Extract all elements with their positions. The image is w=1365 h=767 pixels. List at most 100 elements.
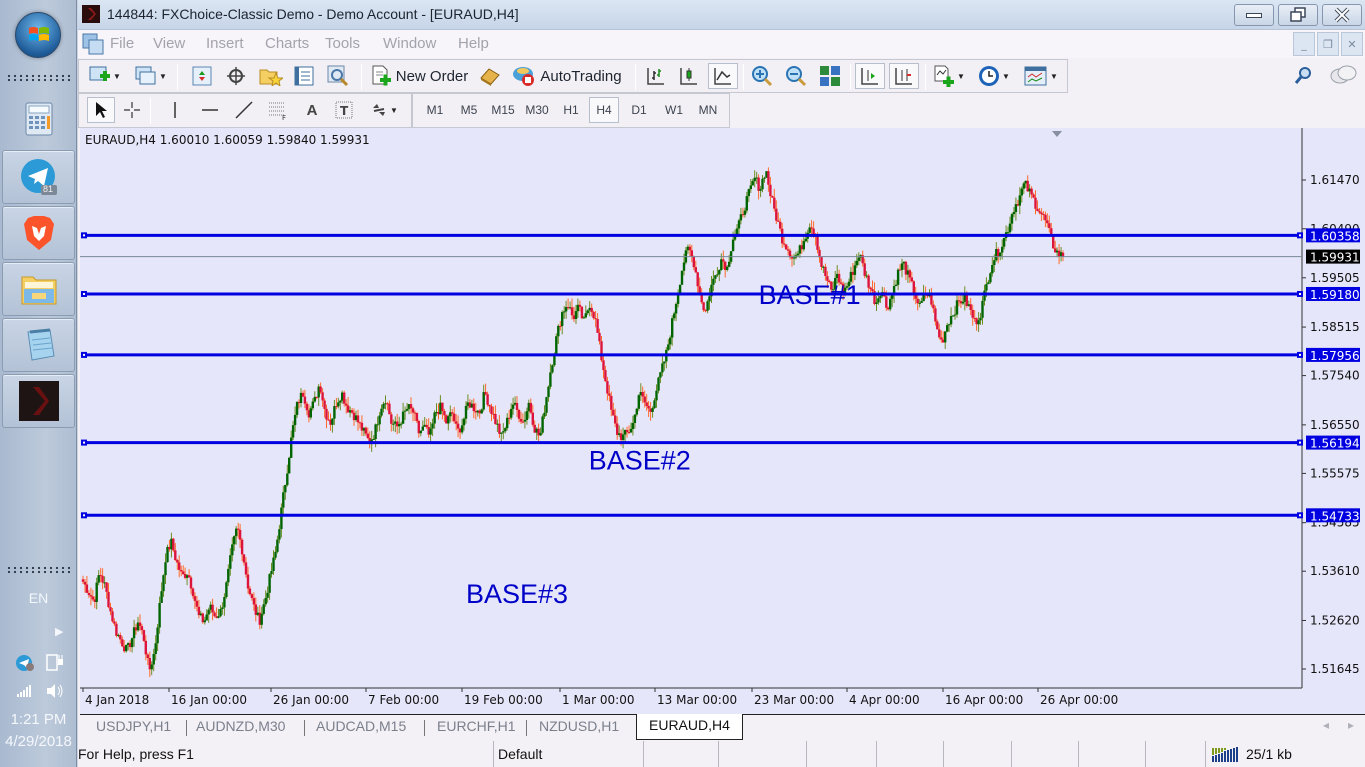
text-tool[interactable]: A xyxy=(299,97,325,123)
timeframe-mn[interactable]: MN xyxy=(693,97,723,123)
menu-insert[interactable]: Insert xyxy=(206,35,244,52)
status-connection[interactable]: 25/1 kb xyxy=(1205,741,1365,767)
minimize-button[interactable] xyxy=(1234,4,1274,26)
menu-help[interactable]: Help xyxy=(458,35,489,52)
timeframe-w1[interactable]: W1 xyxy=(659,97,689,123)
bear-candle xyxy=(91,596,94,600)
bear-candle xyxy=(107,591,110,608)
taskbar-file-explorer[interactable] xyxy=(2,262,75,316)
vertical-line-tool[interactable] xyxy=(163,97,187,123)
taskbar-notepad[interactable] xyxy=(2,318,75,372)
bear-candle xyxy=(144,640,147,655)
tab-nzdusd-h1[interactable]: NZDUSD,H1 xyxy=(539,715,619,739)
tab-audcad-m15[interactable]: AUDCAD,M15 xyxy=(316,715,406,739)
timeframe-h4[interactable]: H4 xyxy=(589,97,619,123)
taskbar-telegram[interactable]: 81 xyxy=(2,150,75,204)
timeframe-m1[interactable]: M1 xyxy=(421,97,449,123)
zoom-in-button[interactable] xyxy=(749,63,775,89)
search-icon[interactable] xyxy=(1294,66,1314,86)
indicators-button[interactable]: ▼ xyxy=(931,63,967,89)
tile-windows-button[interactable] xyxy=(817,63,843,89)
mdi-minimize-button[interactable]: _ xyxy=(1293,32,1315,56)
telegram-tray-icon[interactable] xyxy=(15,654,35,672)
taskbar-grip[interactable] xyxy=(6,74,72,82)
arrows-tool[interactable]: ▼ xyxy=(365,97,403,123)
bar-chart-button[interactable] xyxy=(643,63,669,89)
candlestick-chart-button[interactable] xyxy=(676,63,702,89)
text-label-tool[interactable]: T xyxy=(331,97,357,123)
bear-candle xyxy=(248,588,252,595)
auto-scroll-button[interactable] xyxy=(855,63,885,89)
zoom-out-button[interactable] xyxy=(783,63,809,89)
candlestick-chart[interactable]: 1.614701.604901.595051.585151.575401.565… xyxy=(80,128,1365,714)
bear-candle xyxy=(578,304,582,307)
timeframe-m30[interactable]: M30 xyxy=(521,97,553,123)
show-hidden-icons-arrow[interactable]: ▶ xyxy=(55,625,63,638)
tabs-scroll-right-icon[interactable]: ▸ xyxy=(1348,718,1354,732)
chart-area[interactable]: 1.614701.604901.595051.585151.575401.565… xyxy=(80,128,1365,714)
bull-candle xyxy=(857,257,860,261)
chat-icon[interactable] xyxy=(1328,64,1358,88)
bull-candle xyxy=(266,592,269,598)
tabs-scroll-left-icon[interactable]: ◂ xyxy=(1323,718,1329,732)
data-window-button[interactable] xyxy=(223,63,249,89)
timeframe-m5[interactable]: M5 xyxy=(455,97,483,123)
new-chart-button[interactable]: ▼ xyxy=(87,63,123,89)
volume-icon[interactable] xyxy=(45,683,65,699)
language-indicator[interactable]: EN xyxy=(0,590,77,606)
restore-button[interactable] xyxy=(1278,4,1318,26)
new-order-button[interactable]: New Order xyxy=(369,63,469,89)
clock-time[interactable]: 1:21 PM xyxy=(0,711,77,728)
bull-candle xyxy=(166,547,169,563)
timeframe-h1[interactable]: H1 xyxy=(557,97,585,123)
timeframe-m15[interactable]: M15 xyxy=(487,97,519,123)
market-watch-button[interactable] xyxy=(189,63,215,89)
taskbar-metatrader[interactable] xyxy=(2,374,75,428)
title-bar[interactable]: 144844: FXChoice-Classic Demo - Demo Acc… xyxy=(78,0,1365,30)
bull-candle xyxy=(290,437,293,458)
profiles-button[interactable]: ▼ xyxy=(133,63,169,89)
strategy-tester-icon xyxy=(327,65,349,87)
cursor-tool[interactable] xyxy=(87,97,115,123)
menu-tools[interactable]: Tools xyxy=(325,35,360,52)
app-icon[interactable] xyxy=(82,5,100,23)
timeframe-d1[interactable]: D1 xyxy=(625,97,653,123)
crosshair-tool[interactable] xyxy=(119,97,145,123)
taskbar-grip-lower[interactable] xyxy=(6,566,72,574)
tab-audnzd-m30[interactable]: AUDNZD,M30 xyxy=(196,715,285,739)
menu-charts[interactable]: Charts xyxy=(265,35,309,52)
menu-window[interactable]: Window xyxy=(383,35,436,52)
fibonacci-icon: F xyxy=(269,102,286,120)
tab-eurchf-h1[interactable]: EURCHF,H1 xyxy=(437,715,516,739)
tab-usdjpy-h1[interactable]: USDJPY,H1 xyxy=(96,715,171,739)
chart-window-icon[interactable] xyxy=(82,33,104,55)
taskbar-calculator[interactable] xyxy=(2,92,75,146)
bull-candle xyxy=(504,428,507,432)
trendline-tool[interactable] xyxy=(231,97,257,123)
navigator-button[interactable] xyxy=(257,63,285,89)
mdi-close-button[interactable]: ✕ xyxy=(1341,32,1363,56)
bear-candle xyxy=(867,275,870,288)
chart-shift-button[interactable] xyxy=(889,63,919,89)
horizontal-line-tool[interactable] xyxy=(197,97,223,123)
power-plug-icon[interactable] xyxy=(46,653,66,671)
clock-date[interactable]: 4/29/2018 xyxy=(0,733,77,750)
start-button[interactable] xyxy=(15,12,61,58)
taskbar-brave[interactable] xyxy=(2,206,75,260)
terminal-button[interactable] xyxy=(291,63,317,89)
close-button[interactable] xyxy=(1322,4,1362,26)
mdi-restore-button[interactable]: ❐ xyxy=(1317,32,1339,56)
meta-editor-button[interactable] xyxy=(477,63,503,89)
new-order-label: New Order xyxy=(395,67,469,85)
line-chart-button[interactable] xyxy=(708,63,738,89)
autotrading-button[interactable]: AutoTrading xyxy=(509,63,625,89)
strategy-tester-button[interactable] xyxy=(325,63,351,89)
network-signal-icon[interactable] xyxy=(16,684,34,698)
tab-euraud-h4[interactable]: EURAUD,H4 xyxy=(636,714,743,740)
templates-button[interactable]: ▼ xyxy=(1021,63,1061,89)
fibonacci-tool[interactable]: F xyxy=(265,97,291,123)
menu-view[interactable]: View xyxy=(153,35,185,52)
periods-button[interactable]: ▼ xyxy=(975,63,1013,89)
menu-file[interactable]: File xyxy=(110,35,134,52)
bull-candle xyxy=(511,404,515,409)
